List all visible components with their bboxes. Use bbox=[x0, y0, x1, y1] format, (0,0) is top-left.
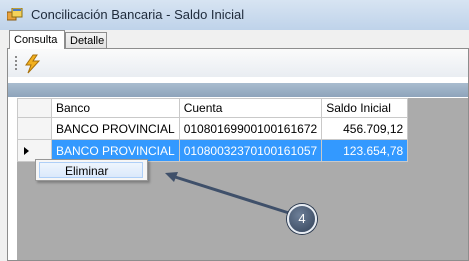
callout-badge: 4 bbox=[287, 204, 317, 234]
callout-arrow bbox=[165, 172, 290, 215]
